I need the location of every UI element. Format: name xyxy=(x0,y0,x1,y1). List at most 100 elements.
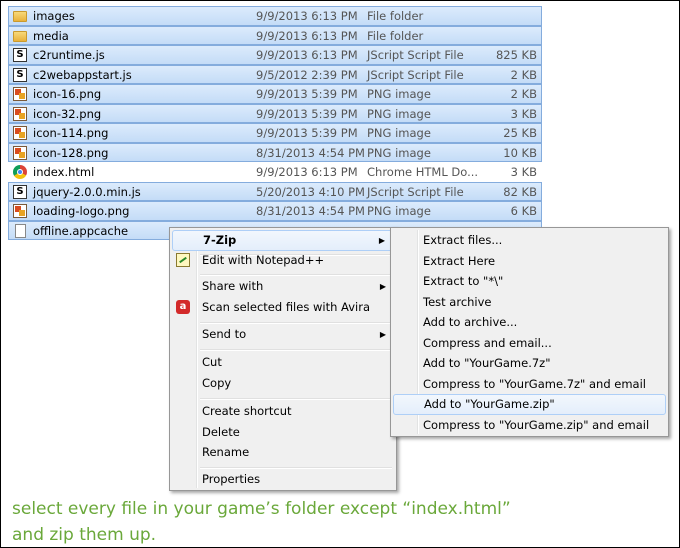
submenu-arrow-icon: ▶ xyxy=(379,330,386,339)
file-size: 2 KB xyxy=(510,67,537,82)
zip-submenu-item-label: Extract files... xyxy=(423,233,503,247)
file-type: JScript Script File xyxy=(367,67,464,82)
caption-line-2: and zip them up. xyxy=(12,525,157,545)
menu-item-properties[interactable]: Properties xyxy=(172,469,394,490)
file-size: 2 KB xyxy=(510,87,537,101)
zip-submenu-item-label: Test archive xyxy=(423,294,492,309)
menu-item-share-with[interactable]: Share with ▶ xyxy=(172,276,394,297)
folder-icon xyxy=(13,30,27,42)
file-row[interactable]: icon-32.png 9/9/2013 5:39 PM PNG image 3 KB xyxy=(8,103,542,123)
context-menu: 7-Zip ▶ Edit with Notepad++ Share with ▶… xyxy=(169,227,397,491)
zip-submenu-item[interactable]: Compress and email... xyxy=(393,333,666,354)
zip-submenu-item[interactable]: Add to "YourGame.zip" xyxy=(393,394,666,415)
file-size: 10 KB xyxy=(503,145,537,160)
zip-submenu-item[interactable]: Add to "YourGame.7z" xyxy=(393,353,666,374)
file-type: PNG image xyxy=(367,204,431,218)
file-name: jquery-2.0.0.min.js xyxy=(33,184,141,199)
menu-item-label: Rename xyxy=(202,445,250,459)
zip-submenu-item[interactable]: Extract files... xyxy=(393,230,666,251)
file-row[interactable]: images 9/9/2013 6:13 PM File folder xyxy=(8,6,542,26)
zip-submenu-item[interactable]: Extract to "*\" xyxy=(393,271,666,292)
file-type: PNG image xyxy=(367,126,431,140)
zip-submenu-item[interactable]: Add to archive... xyxy=(393,312,666,333)
file-row[interactable]: icon-128.png 8/31/2013 4:54 PM PNG image 10… xyxy=(8,142,542,162)
png-image-icon xyxy=(13,87,27,101)
file-size: 6 KB xyxy=(510,204,537,218)
menu-item-label: Delete xyxy=(202,425,240,439)
menu-separator xyxy=(200,349,392,351)
menu-item-label: Share with xyxy=(202,279,264,293)
file-size: 825 KB xyxy=(495,48,537,62)
menu-item-label: Send to xyxy=(202,327,247,341)
submenu-arrow-icon: ▶ xyxy=(378,236,385,245)
caption-line-1: select every file in your game’s folder … xyxy=(12,499,511,519)
menu-item-7zip[interactable]: 7-Zip ▶ xyxy=(172,230,394,251)
file-type: PNG image xyxy=(367,106,431,121)
menu-item-scan-avira[interactable]: a Scan selected files with Avira xyxy=(172,297,394,318)
file-date: 9/9/2013 5:39 PM xyxy=(256,126,358,140)
png-image-icon xyxy=(13,204,27,218)
menu-item-create-shortcut[interactable]: Create shortcut xyxy=(172,401,394,422)
file-name: loading-logo.png xyxy=(33,204,130,218)
avira-icon: a xyxy=(176,300,190,314)
file-size: 3 KB xyxy=(510,165,537,179)
menu-item-label: Edit with Notepad++ xyxy=(202,253,325,267)
png-image-icon xyxy=(13,126,27,140)
file-type: JScript Script File xyxy=(367,184,464,199)
file-type: Chrome HTML Do... xyxy=(367,165,479,179)
file-date: 5/20/2013 4:10 PM xyxy=(256,184,365,199)
file-name: offline.appcache xyxy=(33,223,129,238)
file-date: 8/31/2013 4:54 PM xyxy=(256,204,365,218)
file-name: media xyxy=(33,28,69,43)
file-type: PNG image xyxy=(367,87,431,101)
file-date: 8/31/2013 4:54 PM xyxy=(256,145,365,160)
file-date: 9/9/2013 5:39 PM xyxy=(256,87,358,101)
png-image-icon xyxy=(13,106,27,121)
file-size: 82 KB xyxy=(503,184,537,199)
menu-item-cut[interactable]: Cut xyxy=(172,352,394,373)
menu-item-edit-notepadpp[interactable]: Edit with Notepad++ xyxy=(172,250,394,271)
menu-item-delete[interactable]: Delete xyxy=(172,422,394,443)
file-row[interactable]: Sc2webappstart.js 9/5/2012 2:39 PM JScript… xyxy=(8,64,542,84)
file-date: 9/9/2013 6:13 PM xyxy=(256,9,358,23)
file-name: c2runtime.js xyxy=(33,48,105,62)
file-list: images 9/9/2013 6:13 PM File folder media 9/… xyxy=(8,6,542,240)
folder-icon xyxy=(13,11,27,22)
menu-item-label: 7-Zip xyxy=(203,233,237,247)
file-date: 9/9/2013 6:13 PM xyxy=(256,28,358,43)
zip-submenu-item[interactable]: Test archive xyxy=(393,292,666,313)
menu-item-label: Create shortcut xyxy=(202,404,292,418)
menu-item-label: Cut xyxy=(202,355,222,369)
zip-submenu-item-label: Add to "YourGame.7z" xyxy=(423,356,551,370)
script-icon: S xyxy=(13,48,27,62)
notepad-plus-plus-icon xyxy=(176,253,190,267)
menu-item-send-to[interactable]: Send to ▶ xyxy=(172,324,394,345)
file-name: c2webappstart.js xyxy=(33,67,132,82)
file-date: 9/9/2013 6:13 PM xyxy=(256,165,358,179)
file-name: index.html xyxy=(33,165,95,179)
document-icon xyxy=(15,223,26,238)
zip-submenu-item[interactable]: Extract Here xyxy=(393,251,666,272)
file-row[interactable]: Sjquery-2.0.0.min.js 5/20/2013 4:10 PM JSc… xyxy=(8,181,542,201)
instruction-caption: select every file in your game’s folder … xyxy=(12,496,511,548)
file-name: icon-16.png xyxy=(33,87,102,101)
zip-submenu: Extract files... Extract Here Extract to "… xyxy=(390,227,669,437)
file-type: File folder xyxy=(367,28,424,43)
menu-item-label: Properties xyxy=(202,472,261,486)
script-icon: S xyxy=(13,184,27,199)
zip-submenu-item-label: Add to "YourGame.zip" xyxy=(424,397,555,411)
file-type: PNG image xyxy=(367,145,431,160)
file-row[interactable]: icon-114.png 9/9/2013 5:39 PM PNG image 25 … xyxy=(8,123,542,143)
submenu-arrow-icon: ▶ xyxy=(379,282,386,291)
file-row[interactable]: media 9/9/2013 6:13 PM File folder xyxy=(8,25,542,45)
file-row[interactable]: Sc2runtime.js 9/9/2013 6:13 PM JScript Scr… xyxy=(8,45,542,65)
zip-submenu-item[interactable]: Compress to "YourGame.7z" and email xyxy=(393,374,666,395)
file-row[interactable]: index.html 9/9/2013 6:13 PM Chrome HTML Do… xyxy=(8,162,542,182)
chrome-html-icon xyxy=(13,165,27,179)
menu-item-copy[interactable]: Copy xyxy=(172,373,394,394)
zip-submenu-item[interactable]: Compress to "YourGame.zip" and email xyxy=(393,415,666,436)
file-row[interactable]: loading-logo.png 8/31/2013 4:54 PM PNG ima… xyxy=(8,201,542,221)
file-row[interactable]: icon-16.png 9/9/2013 5:39 PM PNG image 2 KB xyxy=(8,84,542,104)
file-name: icon-114.png xyxy=(33,126,109,140)
menu-item-rename[interactable]: Rename xyxy=(172,442,394,463)
